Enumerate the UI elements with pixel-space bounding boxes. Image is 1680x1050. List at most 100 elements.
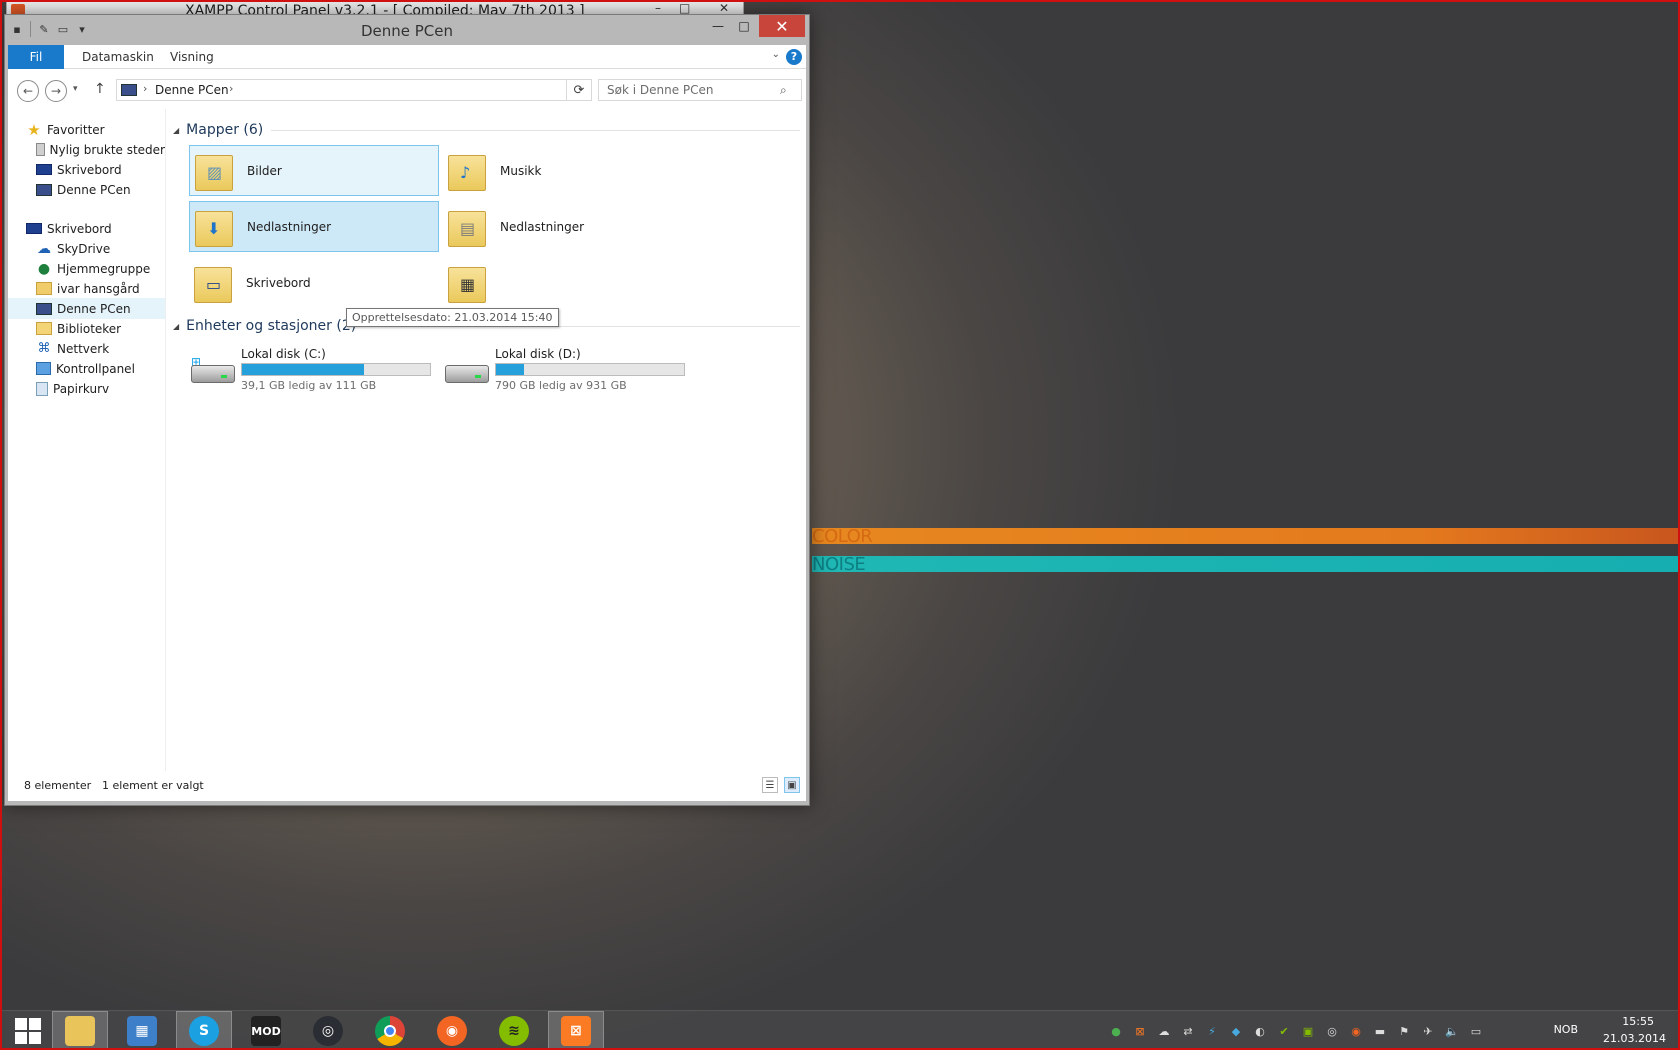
- sidebar-item-label: Nettverk: [57, 341, 110, 356]
- drive-usage-fill: [242, 364, 365, 375]
- recent-locations-icon[interactable]: ▾: [73, 84, 78, 94]
- taskbar-skype[interactable]: S: [176, 1011, 232, 1050]
- taskbar-mod[interactable]: MOD: [238, 1011, 294, 1050]
- sidebar-item-label: Skrivebord: [57, 162, 122, 177]
- windows-logo-icon: [15, 1018, 41, 1044]
- folder-label: Musikk: [500, 163, 542, 178]
- drive-label: Lokal disk (C:): [241, 347, 326, 361]
- expand-ribbon-icon[interactable]: ⌄: [772, 49, 780, 60]
- xampp-tray-icon[interactable]: ⊠: [1132, 1023, 1148, 1039]
- steam-icon: ◎: [313, 1016, 343, 1046]
- sidebar-item-nylig-brukte-steder[interactable]: Nylig brukte steder: [8, 139, 165, 160]
- wallpaper-color-label: COLOR: [812, 526, 873, 547]
- up-button[interactable]: ↑: [94, 81, 106, 97]
- folder-tile-musikk[interactable]: ♪ Musikk: [443, 145, 693, 196]
- refresh-button[interactable]: ⟳: [566, 79, 592, 101]
- search-icon[interactable]: ⌕: [780, 83, 787, 98]
- folder-tile-nedlastninger[interactable]: ⬇ Nedlastninger: [189, 201, 439, 252]
- app-tray-icon[interactable]: ⚡: [1204, 1023, 1220, 1039]
- taskbar-spotify[interactable]: ≋: [486, 1011, 542, 1050]
- window-client: Fil Datamaskin Visning ⌄ ? ← → ▾ ↑ › Den…: [8, 45, 806, 801]
- tab-visning[interactable]: Visning: [158, 45, 226, 69]
- collapse-icon[interactable]: ◢: [173, 126, 179, 135]
- sidebar-item-hjemmegruppe[interactable]: ● Hjemmegruppe: [8, 258, 165, 279]
- taskbar-steam[interactable]: ◎: [300, 1011, 356, 1050]
- volume-icon[interactable]: 🔈: [1444, 1023, 1460, 1039]
- tab-datamaskin[interactable]: Datamaskin: [70, 45, 166, 69]
- large-icons-view-button[interactable]: ▣: [784, 777, 800, 793]
- file-explorer-icon: [65, 1016, 95, 1046]
- origin-tray-icon[interactable]: ◉: [1348, 1023, 1364, 1039]
- maximize-button[interactable]: □: [731, 15, 757, 37]
- dropbox-tray-icon[interactable]: ◆: [1228, 1023, 1244, 1039]
- clock-date[interactable]: 21.03.2014: [1603, 1032, 1666, 1045]
- sidebar-item-papirkurv[interactable]: Papirkurv: [8, 378, 165, 399]
- mod-tray-icon[interactable]: ▬: [1372, 1023, 1388, 1039]
- xampp-close-button[interactable]: ✕: [719, 1, 729, 15]
- skype-icon: S: [189, 1016, 219, 1046]
- folder-tile-videos[interactable]: ▦: [443, 257, 693, 308]
- sidebar-item-biblioteker[interactable]: Biblioteker: [8, 318, 165, 339]
- network-tray-icon[interactable]: ✈: [1420, 1023, 1436, 1039]
- search-input[interactable]: [598, 79, 802, 101]
- details-view-button[interactable]: ☰: [762, 777, 778, 793]
- minimize-button[interactable]: —: [705, 15, 731, 37]
- group-title: Mapper (6): [186, 122, 264, 138]
- drive-usage-bar: [241, 363, 431, 376]
- user-folder-icon: [36, 282, 52, 295]
- skydrive-tray-icon[interactable]: ☁: [1156, 1023, 1172, 1039]
- drive-free-space: 39,1 GB ledig av 111 GB: [241, 379, 377, 392]
- folder-tile-documents[interactable]: ▤ Nedlastninger: [443, 201, 693, 252]
- xampp-maximize-button[interactable]: □: [679, 1, 690, 15]
- nvidia-tray-icon[interactable]: ✔: [1276, 1023, 1292, 1039]
- title-bar[interactable]: ▪ ✎ ▭ ▾ Denne PCen — □ ✕: [5, 15, 809, 45]
- sidebar-item-kontrollpanel[interactable]: Kontrollpanel: [8, 358, 165, 379]
- steam-tray-icon[interactable]: ◎: [1324, 1023, 1340, 1039]
- group-divider: [271, 129, 800, 131]
- sidebar-item-nettverk[interactable]: ⌘ Nettverk: [8, 338, 165, 359]
- breadcrumb-chevron-icon[interactable]: ›: [143, 82, 147, 95]
- group-title: Enheter og stasjoner (2): [186, 318, 357, 334]
- forward-button[interactable]: →: [45, 80, 67, 102]
- desktop-folder-icon: ▭: [194, 263, 236, 303]
- tab-fil[interactable]: Fil: [8, 45, 64, 69]
- sidebar-item-skrivebord-fav[interactable]: Skrivebord: [8, 159, 165, 180]
- chrome-tray-icon[interactable]: ●: [1108, 1023, 1124, 1039]
- sidebar-item-label: Biblioteker: [57, 321, 122, 336]
- drive-tile-c[interactable]: ⊞ Lokal disk (C:) 39,1 GB ledig av 111 G…: [189, 345, 439, 401]
- geforce-tray-icon[interactable]: ▣: [1300, 1023, 1316, 1039]
- sidebar-item-denne-pcen-fav[interactable]: Denne PCen: [8, 179, 165, 200]
- drive-tile-d[interactable]: Lokal disk (D:) 790 GB ledig av 931 GB: [443, 345, 693, 401]
- hard-drive-icon: [445, 355, 489, 383]
- sidebar-item-ivar-hansgard[interactable]: ivar hansgård: [8, 278, 165, 299]
- folder-tile-skrivebord[interactable]: ▭ Skrivebord: [189, 257, 439, 308]
- address-bar[interactable]: › Denne PCen › ⌄: [116, 79, 592, 101]
- taskbar-xampp[interactable]: ⊠: [548, 1011, 604, 1050]
- computer-icon: [36, 183, 52, 196]
- sync-tray-icon[interactable]: ⇄: [1180, 1023, 1196, 1039]
- xampp-minimize-button[interactable]: –: [655, 1, 661, 15]
- power-icon[interactable]: ▭: [1468, 1023, 1484, 1039]
- logitech-tray-icon[interactable]: ◐: [1252, 1023, 1268, 1039]
- taskbar-remote-desktop[interactable]: ▦: [114, 1011, 170, 1050]
- taskbar-chrome[interactable]: [362, 1011, 418, 1050]
- sidebar-item-denne-pcen[interactable]: Denne PCen: [8, 298, 165, 319]
- breadcrumb-location[interactable]: Denne PCen: [155, 83, 229, 97]
- collapse-icon[interactable]: ◢: [173, 322, 179, 331]
- back-button[interactable]: ←: [17, 80, 39, 102]
- input-language[interactable]: NOB: [1554, 1023, 1578, 1036]
- start-button[interactable]: [0, 1011, 56, 1050]
- sidebar-item-skrivebord[interactable]: Skrivebord: [8, 218, 165, 239]
- folder-tile-bilder[interactable]: ▨ Bilder: [189, 145, 439, 196]
- help-button[interactable]: ?: [786, 49, 802, 65]
- taskbar-origin[interactable]: ◉: [424, 1011, 480, 1050]
- close-button[interactable]: ✕: [759, 15, 805, 37]
- flag-icon[interactable]: ⚑: [1396, 1023, 1412, 1039]
- network-icon: ⌘: [37, 341, 51, 356]
- sidebar-item-favoritter[interactable]: ★ Favoritter: [8, 119, 165, 140]
- breadcrumb-chevron-icon[interactable]: ›: [229, 82, 233, 95]
- sidebar-item-skydrive[interactable]: ☁ SkyDrive: [8, 238, 165, 259]
- taskbar-explorer[interactable]: [52, 1011, 108, 1050]
- group-header-mapper[interactable]: ◢ Mapper (6): [167, 119, 800, 141]
- clock-time[interactable]: 15:55: [1622, 1015, 1654, 1028]
